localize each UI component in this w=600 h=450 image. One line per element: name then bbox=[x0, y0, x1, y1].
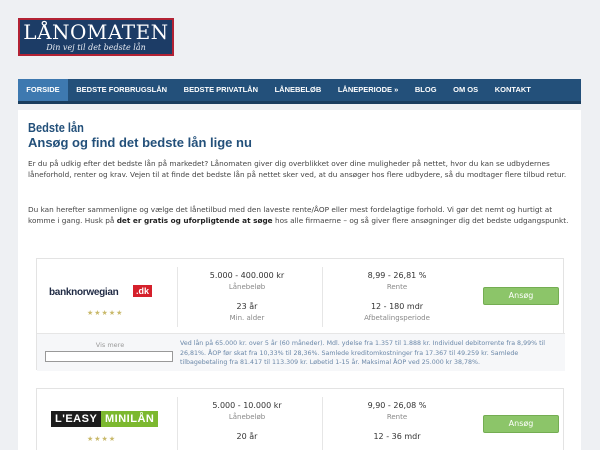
main-navigation: FORSIDE BEDSTE FORBRUGSLÅN BEDSTE PRIVAT… bbox=[18, 79, 581, 104]
column-divider bbox=[177, 397, 178, 450]
column-divider bbox=[177, 267, 178, 327]
compare-text-end: hos alle firmaerne – og så giver flere a… bbox=[272, 216, 569, 225]
nav-item-blog[interactable]: BLOG bbox=[407, 79, 445, 101]
page-title: Bedste lån bbox=[28, 120, 84, 135]
rating-stars: ★★★★ bbox=[87, 435, 117, 443]
min-age-label: Min. alder bbox=[229, 314, 265, 322]
interest-rate-label: Rente bbox=[386, 283, 408, 291]
interest-rate-value: 8,99 - 26,81 % bbox=[367, 271, 427, 280]
main-content: Bedste lån Ansøg og find det bedste lån … bbox=[18, 110, 581, 450]
loan-amount-label: Lånebeløb bbox=[228, 413, 266, 421]
interest-rate-label: Rente bbox=[386, 413, 408, 421]
leasy-logo-text: L'EASY bbox=[51, 411, 102, 427]
repayment-period-label: Afbetalingsperiode bbox=[364, 314, 430, 322]
column-divider bbox=[322, 267, 323, 327]
page-subtitle: Ansøg og find det bedste lån lige nu bbox=[28, 135, 252, 150]
leasy-logo-minilan: MINILÅN bbox=[101, 411, 159, 427]
site-logo[interactable]: LÅNOMATEN Din vej til det bedste lån bbox=[18, 18, 174, 56]
show-more-label: Vis mere bbox=[95, 341, 125, 349]
repayment-period: 12 - 36 mdr bbox=[332, 432, 462, 441]
loan-example-text: Ved lån på 65.000 kr. over 5 år (60 måne… bbox=[180, 340, 546, 366]
repayment-period: 12 - 180 mdr Afbetalingsperiode bbox=[332, 302, 462, 322]
nav-item-bedste-privatlan[interactable]: BEDSTE PRIVATLÅN bbox=[175, 79, 266, 101]
nav-item-om-os[interactable]: OM OS bbox=[445, 79, 487, 101]
apply-button[interactable]: Ansøg bbox=[483, 287, 559, 305]
interest-rate-value: 9,90 - 26,08 % bbox=[367, 401, 427, 410]
loan-amount: 5.000 - 10.000 kr Lånebeløb bbox=[182, 401, 312, 421]
apply-button[interactable]: Ansøg bbox=[483, 415, 559, 433]
compare-paragraph: Du kan herefter sammenligne og vælge det… bbox=[28, 204, 573, 226]
banknorwegian-logo[interactable]: banknorwegian .dk bbox=[49, 283, 169, 303]
lender-card-banknorwegian: banknorwegian .dk ★★★★★ 5.000 - 400.000 … bbox=[36, 258, 565, 371]
min-age: 23 år Min. alder bbox=[182, 302, 312, 322]
nav-item-lanebelob[interactable]: LÅNEBELØB bbox=[266, 79, 329, 101]
banknorwegian-logo-text: banknorwegian bbox=[49, 287, 119, 298]
loan-amount-label: Lånebeløb bbox=[228, 283, 266, 291]
leasy-logo[interactable]: L'EASY MINILÅN bbox=[49, 411, 169, 431]
nav-item-bedste-forbrugslan[interactable]: BEDSTE FORBRUGSLÅN bbox=[68, 79, 175, 101]
logo-tagline: Din vej til det bedste lån bbox=[46, 43, 146, 52]
min-age-value: 23 år bbox=[236, 302, 258, 311]
min-age: 20 år bbox=[182, 432, 312, 441]
lender-details: Vis mere Ved lån på 65.000 kr. over 5 år… bbox=[37, 333, 565, 371]
min-age-value: 20 år bbox=[236, 432, 258, 441]
rating-stars: ★★★★★ bbox=[87, 309, 124, 317]
logo-title: LÅNOMATEN bbox=[23, 20, 169, 44]
nav-item-laneperiode[interactable]: LÅNEPERIODE » bbox=[330, 79, 407, 101]
intro-paragraph: Er du på udkig efter det bedste lån på m… bbox=[28, 159, 567, 179]
nav-item-kontakt[interactable]: KONTAKT bbox=[486, 79, 539, 101]
interest-rate: 9,90 - 26,08 % Rente bbox=[332, 401, 462, 421]
interest-rate: 8,99 - 26,81 % Rente bbox=[332, 271, 462, 291]
loan-amount: 5.000 - 400.000 kr Lånebeløb bbox=[182, 271, 312, 291]
lender-card-leasy: L'EASY MINILÅN ★★★★ 5.000 - 10.000 kr Lå… bbox=[36, 388, 564, 450]
nav-item-forside[interactable]: FORSIDE bbox=[18, 79, 68, 101]
repayment-period-value: 12 - 180 mdr bbox=[370, 302, 424, 311]
loan-amount-value: 5.000 - 400.000 kr bbox=[209, 271, 285, 280]
free-search-emphasis: det er gratis og uforpligtende at søge bbox=[116, 216, 273, 225]
loan-amount-value: 5.000 - 10.000 kr bbox=[212, 401, 282, 410]
column-divider bbox=[322, 397, 323, 450]
repayment-period-value: 12 - 36 mdr bbox=[373, 432, 421, 441]
banknorwegian-logo-dk: .dk bbox=[133, 285, 153, 297]
show-more-button[interactable] bbox=[45, 351, 173, 362]
